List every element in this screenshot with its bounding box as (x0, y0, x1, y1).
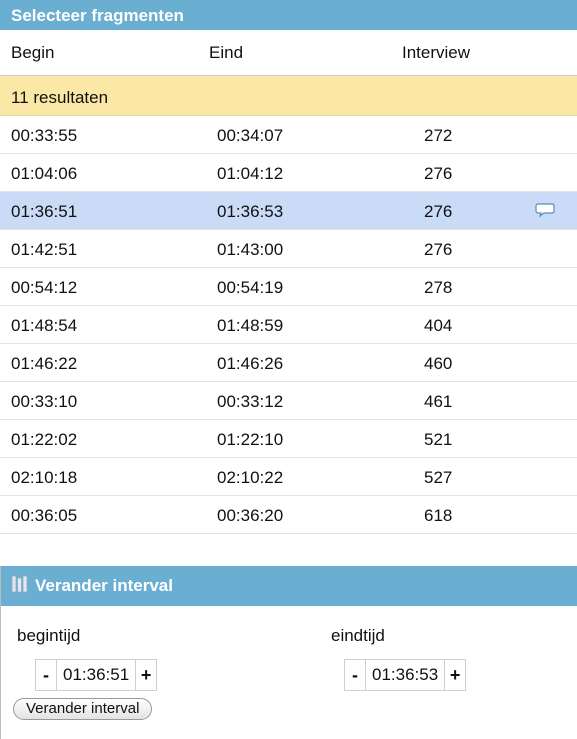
table-row[interactable]: 00:54:12 00:54:19 278 (0, 268, 577, 306)
table-row-selected[interactable]: 01:36:51 01:36:53 276 (0, 192, 577, 230)
panel-border (0, 566, 1, 739)
interval-panel-title: Verander interval (35, 576, 173, 595)
cell-interview: 618 (424, 506, 453, 525)
fragments-panel-header: Selecteer fragmenten (0, 0, 577, 30)
cell-eind: 01:48:59 (217, 316, 284, 335)
cell-begin: 00:33:10 (11, 392, 78, 411)
cell-begin: 00:36:05 (11, 506, 78, 525)
change-interval-button[interactable]: Verander interval (13, 698, 153, 720)
cell-eind: 00:36:20 (217, 506, 284, 525)
column-header-row: Begin Eind Interview (0, 30, 577, 76)
fragments-table: 00:33:55 00:34:07 272 01:04:06 01:04:12 … (0, 116, 577, 534)
eindtijd-label: eindtijd (331, 626, 385, 645)
table-row[interactable]: 00:36:05 00:36:20 618 (0, 496, 577, 534)
eindtijd-increment-button[interactable]: + (444, 659, 467, 691)
column-header-eind[interactable]: Eind (209, 43, 243, 63)
interval-panel-header: Verander interval (0, 566, 577, 606)
eindtijd-stepper: - 01:36:53 + (344, 657, 467, 693)
table-row[interactable]: 01:22:02 01:22:10 521 (0, 420, 577, 458)
cell-begin: 01:04:06 (11, 164, 78, 183)
begintijd-value[interactable]: 01:36:51 (57, 659, 136, 691)
cell-interview: 461 (424, 392, 453, 411)
begintijd-decrement-button[interactable]: - (35, 659, 57, 691)
table-row[interactable]: 01:04:06 01:04:12 276 (0, 154, 577, 192)
table-row[interactable]: 00:33:55 00:34:07 272 (0, 116, 577, 154)
cell-interview: 272 (424, 126, 453, 145)
cell-interview: 276 (424, 202, 453, 221)
cell-interview: 521 (424, 430, 453, 449)
column-header-begin[interactable]: Begin (11, 43, 54, 63)
table-row[interactable]: 01:46:22 01:46:26 460 (0, 344, 577, 382)
results-count-bar: 11 resultaten (0, 76, 577, 116)
cell-interview: 278 (424, 278, 453, 297)
cell-interview: 404 (424, 316, 453, 335)
cell-begin: 01:22:02 (11, 430, 78, 449)
cell-eind: 01:43:00 (217, 240, 284, 259)
cell-interview: 276 (424, 240, 453, 259)
cell-eind: 02:10:22 (217, 468, 284, 487)
cell-eind: 00:33:12 (217, 392, 284, 411)
cell-begin: 01:36:51 (11, 202, 78, 221)
cell-eind: 01:46:26 (217, 354, 284, 373)
cell-begin: 01:48:54 (11, 316, 78, 335)
table-row[interactable]: 00:33:10 00:33:12 461 (0, 382, 577, 420)
table-row[interactable]: 01:42:51 01:43:00 276 (0, 230, 577, 268)
book-stack-icon (11, 574, 29, 599)
cell-eind: 00:54:19 (217, 278, 284, 297)
cell-interview: 276 (424, 164, 453, 183)
results-count: 11 resultaten (11, 88, 109, 107)
cell-interview: 527 (424, 468, 453, 487)
table-row[interactable]: 01:48:54 01:48:59 404 (0, 306, 577, 344)
panel-spacer (0, 534, 577, 566)
begintijd-stepper: - 01:36:51 + (35, 657, 158, 693)
cell-eind: 01:36:53 (217, 202, 284, 221)
begintijd-increment-button[interactable]: + (135, 659, 158, 691)
column-header-interview[interactable]: Interview (402, 43, 470, 63)
begintijd-label: begintijd (17, 626, 81, 645)
cell-begin: 00:33:55 (11, 126, 78, 145)
cell-eind: 01:04:12 (217, 164, 284, 183)
eindtijd-decrement-button[interactable]: - (344, 659, 366, 691)
speech-bubble-icon[interactable] (535, 202, 555, 223)
cell-interview: 460 (424, 354, 453, 373)
cell-eind: 01:22:10 (217, 430, 284, 449)
cell-begin: 00:54:12 (11, 278, 78, 297)
table-row[interactable]: 02:10:18 02:10:22 527 (0, 458, 577, 496)
cell-eind: 00:34:07 (217, 126, 284, 145)
cell-begin: 02:10:18 (11, 468, 78, 487)
cell-begin: 01:46:22 (11, 354, 78, 373)
eindtijd-value[interactable]: 01:36:53 (366, 659, 445, 691)
cell-begin: 01:42:51 (11, 240, 78, 259)
panel-title: Selecteer fragmenten (11, 6, 184, 25)
